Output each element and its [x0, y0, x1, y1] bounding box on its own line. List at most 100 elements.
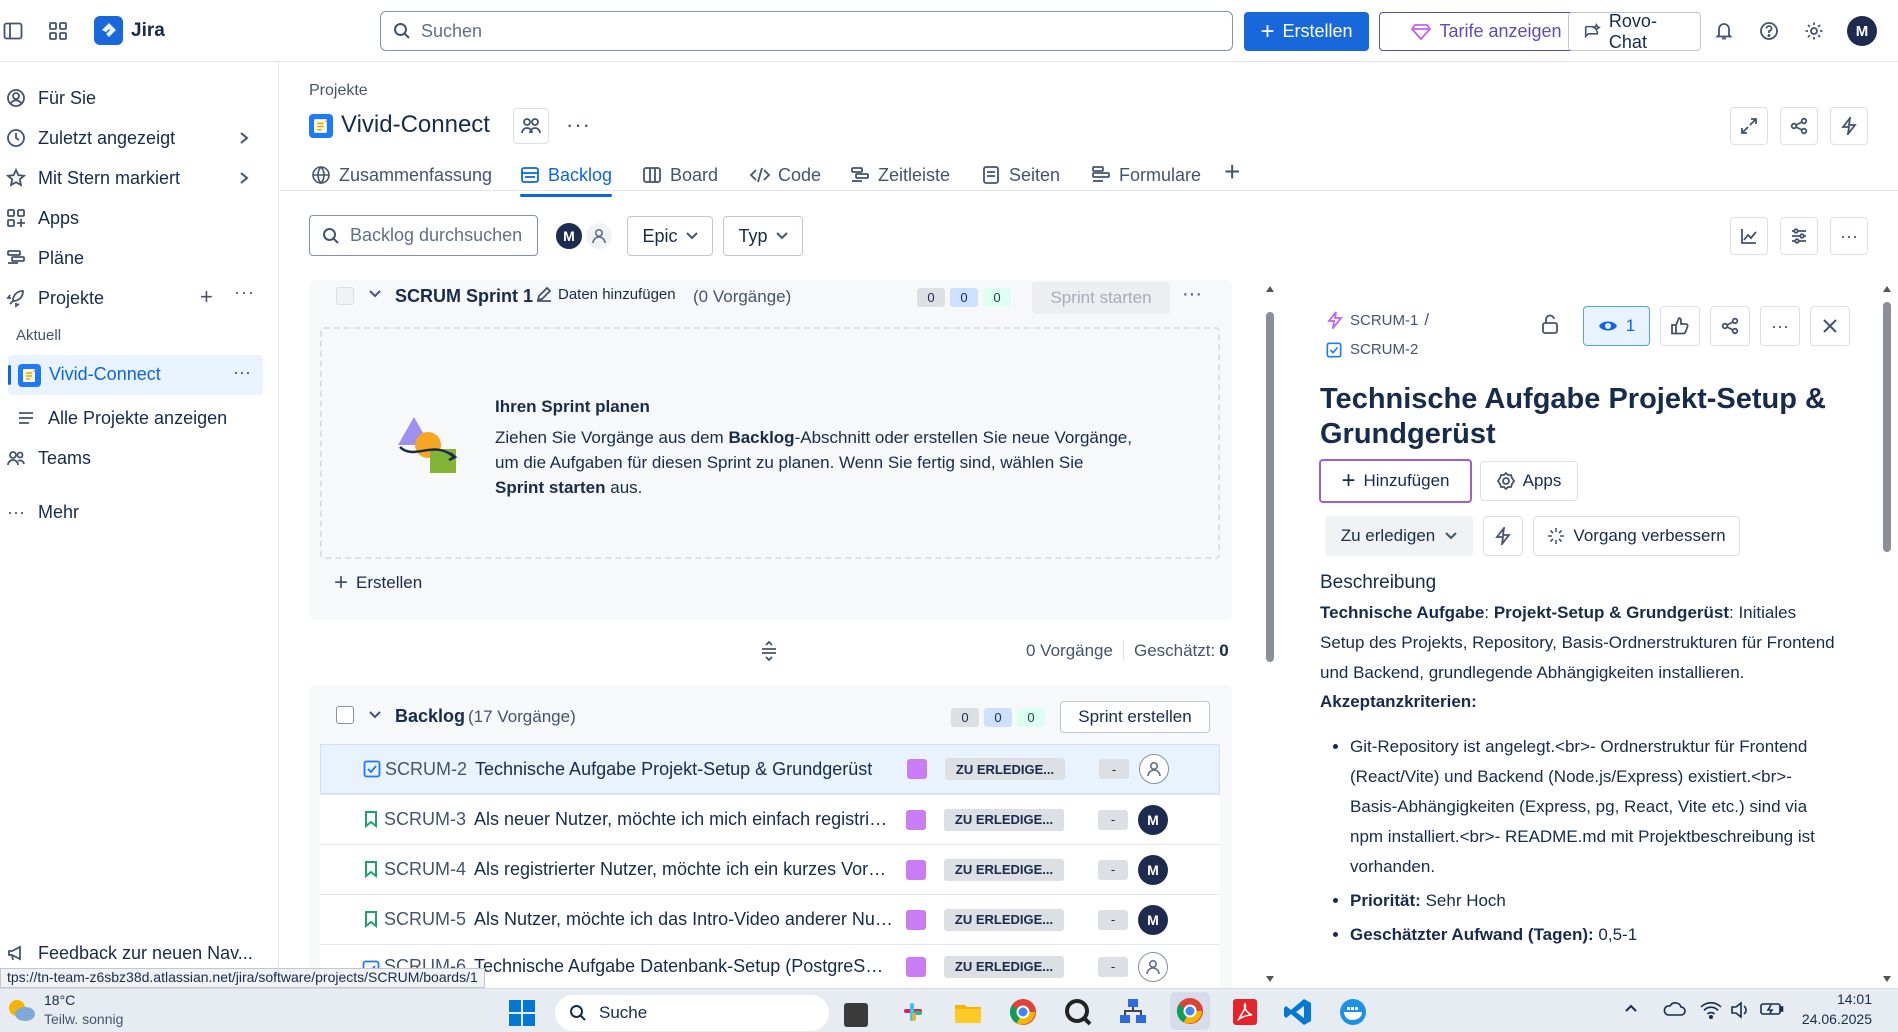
project-more-icon[interactable]: ···	[566, 112, 591, 138]
add-button[interactable]: + Hinzufügen	[1319, 459, 1472, 503]
backlog-collapse-chevron-icon[interactable]	[368, 710, 382, 720]
assignee-avatar[interactable]: M	[1138, 804, 1168, 835]
estimate-badge[interactable]: -	[1098, 859, 1128, 880]
more-actions-icon[interactable]: ···	[1830, 217, 1868, 255]
tab-backlog[interactable]: Backlog	[520, 160, 613, 197]
volume-icon[interactable]	[1730, 1001, 1752, 1019]
add-project-plus-icon[interactable]: +	[200, 284, 213, 310]
share-button[interactable]	[1780, 107, 1818, 145]
jira-logo[interactable]: Jira	[94, 16, 165, 45]
epic-color-badge[interactable]	[906, 956, 926, 977]
epic-color-badge[interactable]	[907, 759, 927, 779]
backlog-scrollbar[interactable]	[1263, 284, 1277, 984]
automation-button[interactable]	[1830, 107, 1868, 145]
windows-start-icon[interactable]	[508, 999, 536, 1027]
add-dates-link[interactable]: Daten hinzufügen	[535, 285, 676, 303]
add-tab-plus-icon[interactable]: +	[1224, 156, 1240, 188]
table-row[interactable]: SCRUM-3 Als neuer Nutzer, möchte ich mic…	[320, 794, 1220, 844]
status-badge[interactable]: ZU ERLEDIGE...	[944, 955, 1064, 978]
clock-time[interactable]: 14:01	[1802, 991, 1872, 1007]
app-switcher-icon[interactable]	[47, 20, 69, 42]
network-app-icon[interactable]	[1118, 997, 1148, 1027]
backlog-search-input[interactable]: Backlog durchsuchen	[309, 215, 538, 256]
close-panel-button[interactable]	[1810, 306, 1850, 346]
parent-breadcrumb[interactable]: SCRUM-1 /	[1326, 310, 1429, 330]
tray-chevron-up-icon[interactable]	[1624, 1003, 1638, 1013]
sidebar-item-plans[interactable]: Pläne	[0, 240, 270, 276]
chrome-active-icon[interactable]	[1170, 992, 1210, 1030]
issue-automation-button[interactable]	[1483, 516, 1523, 556]
assignee-filter-avatar[interactable]: M	[554, 221, 584, 251]
weather-desc[interactable]: Teilw. sonnig	[44, 1011, 123, 1027]
improve-issue-button[interactable]: Vorgang verbessern	[1533, 516, 1740, 556]
issue-summary[interactable]: Als registrierter Nutzer, möchte ich ein…	[474, 859, 894, 880]
assignee-avatar[interactable]: M	[1138, 854, 1168, 885]
issue-key[interactable]: SCRUM-2	[385, 759, 467, 780]
issue-key[interactable]: SCRUM-4	[384, 859, 466, 880]
unassigned-filter-avatar[interactable]	[584, 221, 614, 251]
estimate-badge[interactable]: -	[1098, 809, 1128, 830]
estimate-badge[interactable]: -	[1098, 956, 1128, 977]
wifi-icon[interactable]	[1700, 1001, 1722, 1019]
sidebar-toggle-icon[interactable]	[2, 20, 24, 42]
qlik-icon[interactable]	[1063, 997, 1093, 1027]
issue-summary[interactable]: Als neuer Nutzer, möchte ich mich einfac…	[474, 809, 894, 830]
sidebar-item-recent[interactable]: Zuletzt angezeigt	[0, 120, 270, 156]
backlog-select-checkbox[interactable]	[336, 706, 354, 724]
tab-timeline[interactable]: Zeitleiste	[850, 160, 950, 190]
acrobat-icon[interactable]	[1230, 997, 1260, 1027]
status-dropdown[interactable]: Zu erledigen	[1325, 516, 1473, 556]
vote-button[interactable]	[1660, 306, 1700, 346]
issue-key[interactable]: SCRUM-5	[384, 909, 466, 930]
project-people-button[interactable]	[513, 108, 549, 144]
epic-filter-dropdown[interactable]: Epic	[627, 216, 713, 256]
table-row[interactable]: SCRUM-5 Als Nutzer, möchte ich das Intro…	[320, 894, 1220, 944]
sprint-select-checkbox[interactable]	[336, 287, 354, 305]
view-plans-button[interactable]: Tarife anzeigen	[1379, 12, 1594, 51]
weather-temp[interactable]: 18°C	[44, 992, 75, 1008]
issue-summary[interactable]: Technische Aufgabe Datenbank-Setup (Post…	[474, 956, 894, 977]
insights-button[interactable]	[1730, 217, 1768, 255]
acceptance-list[interactable]: Git-Repository ist angelegt.<br>- Ordner…	[1350, 732, 1840, 950]
breadcrumb[interactable]: Projekte	[309, 82, 368, 100]
task-view-icon[interactable]	[844, 1003, 868, 1027]
user-avatar[interactable]: M	[1847, 16, 1877, 46]
status-badge[interactable]: ZU ERLEDIGE...	[944, 858, 1064, 881]
issue-key[interactable]: SCRUM-3	[384, 809, 466, 830]
issue-key[interactable]: SCRUM-2	[1350, 341, 1418, 358]
table-row[interactable]: SCRUM-2 Technische Aufgabe Projekt-Setup…	[320, 744, 1220, 794]
vscode-icon[interactable]	[1283, 997, 1313, 1027]
issue-title[interactable]: Technische Aufgabe Projekt-Setup & Grund…	[1320, 382, 1840, 452]
sprint-collapse-chevron-icon[interactable]	[368, 289, 382, 299]
status-badge[interactable]: ZU ERLEDIGE...	[945, 758, 1065, 780]
tab-pages[interactable]: Seiten	[981, 160, 1060, 190]
share-issue-button[interactable]	[1710, 306, 1750, 346]
detail-scrollbar[interactable]	[1880, 284, 1894, 984]
sidebar-item-all-projects[interactable]: Alle Projekte anzeigen	[0, 400, 270, 436]
sidebar-item-teams[interactable]: Teams	[0, 440, 270, 476]
sprint-empty-dropzone[interactable]: Ihren Sprint planen Ziehen Sie Vorgänge …	[320, 327, 1220, 559]
sprint-more-icon[interactable]: ···	[1182, 283, 1202, 306]
issue-summary[interactable]: Als Nutzer, möchte ich das Intro-Video a…	[474, 909, 894, 930]
tab-code[interactable]: Code	[750, 160, 821, 190]
start-sprint-button[interactable]: Sprint starten	[1032, 282, 1170, 314]
assignee-avatar[interactable]	[1139, 754, 1169, 784]
issue-key-breadcrumb[interactable]: SCRUM-2	[1326, 341, 1418, 358]
weather-sun-icon[interactable]	[6, 997, 36, 1023]
onedrive-cloud-icon[interactable]	[1662, 1001, 1686, 1017]
sidebar-item-current-project[interactable]: Vivid-Connect ···	[8, 355, 263, 395]
apps-button[interactable]: Apps	[1480, 461, 1578, 501]
sidebar-item-more[interactable]: ··· Mehr	[0, 494, 270, 530]
tab-summary[interactable]: Zusammenfassung	[311, 160, 492, 190]
clock-date[interactable]: 24.06.2025	[1790, 1011, 1872, 1027]
docker-icon[interactable]	[1338, 997, 1368, 1027]
table-row[interactable]: SCRUM-4 Als registrierter Nutzer, möchte…	[320, 844, 1220, 894]
sidebar-item-projects[interactable]: Projekte + ···	[0, 280, 270, 316]
sprint-create-issue-button[interactable]: + Erstellen	[334, 571, 422, 595]
issue-summary[interactable]: Technische Aufgabe Projekt-Setup & Grund…	[475, 759, 895, 780]
epic-color-badge[interactable]	[906, 909, 926, 930]
watch-button[interactable]: 1	[1583, 306, 1650, 346]
estimate-badge[interactable]: -	[1099, 759, 1129, 779]
tab-forms[interactable]: Formulare	[1091, 160, 1201, 190]
battery-icon[interactable]	[1760, 1001, 1784, 1017]
